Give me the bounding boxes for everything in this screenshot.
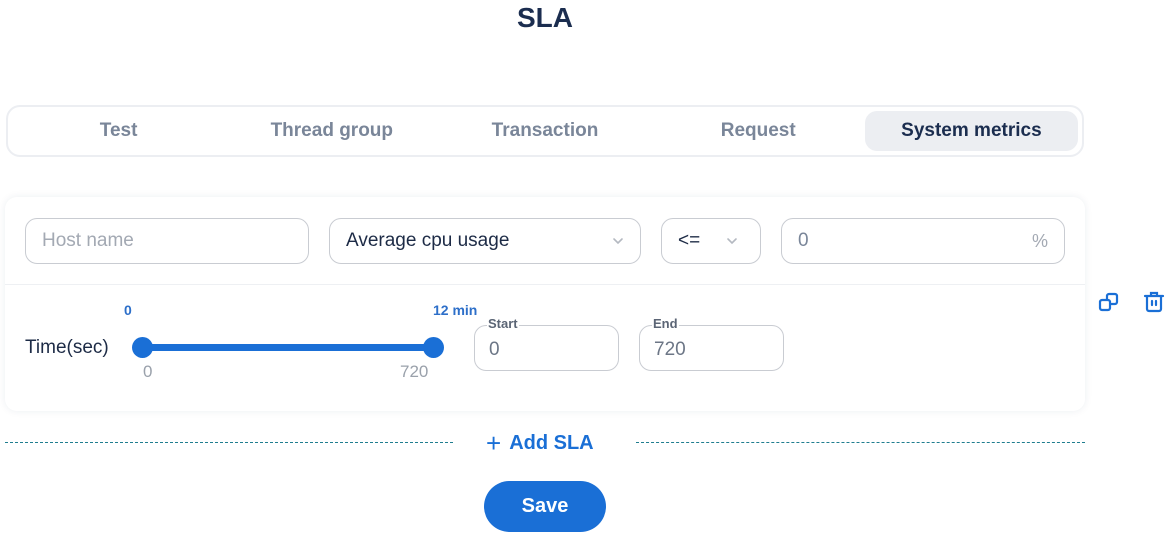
trash-icon[interactable] bbox=[1142, 290, 1166, 314]
slider-top-min-label: 0 bbox=[124, 302, 132, 318]
slider-bottom-max-label: 720 bbox=[400, 362, 429, 381]
threshold-unit: % bbox=[1031, 230, 1048, 251]
time-label: Time(sec) bbox=[25, 337, 109, 358]
divider-left bbox=[5, 442, 453, 443]
add-sla-button[interactable]: + Add SLA bbox=[486, 428, 594, 458]
time-slider-start-handle[interactable] bbox=[132, 337, 153, 358]
slider-bottom-min-label: 0 bbox=[143, 362, 153, 381]
tab-system-metrics[interactable]: System metrics bbox=[864, 111, 1079, 151]
plus-icon: + bbox=[486, 428, 502, 458]
time-range-slider-track[interactable] bbox=[142, 344, 434, 351]
metric-select[interactable]: Average cpu usage bbox=[329, 218, 641, 264]
end-field[interactable]: End bbox=[639, 317, 784, 371]
page-title: SLA bbox=[517, 2, 573, 33]
tab-bar: Test Thread group Transaction Request Sy… bbox=[6, 105, 1084, 157]
operator-select-value: <= bbox=[678, 230, 701, 251]
end-label: End bbox=[652, 316, 679, 331]
host-name-field[interactable] bbox=[25, 218, 309, 264]
metric-select-value: Average cpu usage bbox=[346, 230, 510, 251]
tab-transaction[interactable]: Transaction bbox=[438, 111, 651, 151]
end-input[interactable] bbox=[654, 339, 769, 361]
add-sla-label: Add SLA bbox=[509, 431, 594, 454]
tab-thread-group[interactable]: Thread group bbox=[225, 111, 438, 151]
tab-test[interactable]: Test bbox=[12, 111, 225, 151]
operator-select[interactable]: <= bbox=[661, 218, 761, 264]
start-label: Start bbox=[487, 316, 519, 331]
host-name-input[interactable] bbox=[42, 230, 292, 252]
chevron-down-icon bbox=[727, 238, 737, 245]
sla-card: Average cpu usage <= 0 % Time(sec) 0 12 … bbox=[5, 197, 1085, 411]
tab-request[interactable]: Request bbox=[652, 111, 865, 151]
start-field[interactable]: Start bbox=[474, 317, 619, 371]
time-slider-end-handle[interactable] bbox=[423, 337, 444, 358]
save-button[interactable]: Save bbox=[484, 481, 606, 532]
copy-icon[interactable] bbox=[1097, 290, 1121, 314]
threshold-value[interactable]: 0 bbox=[798, 230, 809, 252]
chevron-down-icon bbox=[613, 238, 623, 245]
divider-right bbox=[636, 442, 1085, 443]
threshold-field[interactable]: 0 % bbox=[781, 218, 1065, 264]
slider-top-max-label: 12 min bbox=[433, 302, 478, 318]
sla-condition-row: Average cpu usage <= 0 % bbox=[5, 197, 1085, 285]
start-input[interactable] bbox=[489, 339, 604, 361]
